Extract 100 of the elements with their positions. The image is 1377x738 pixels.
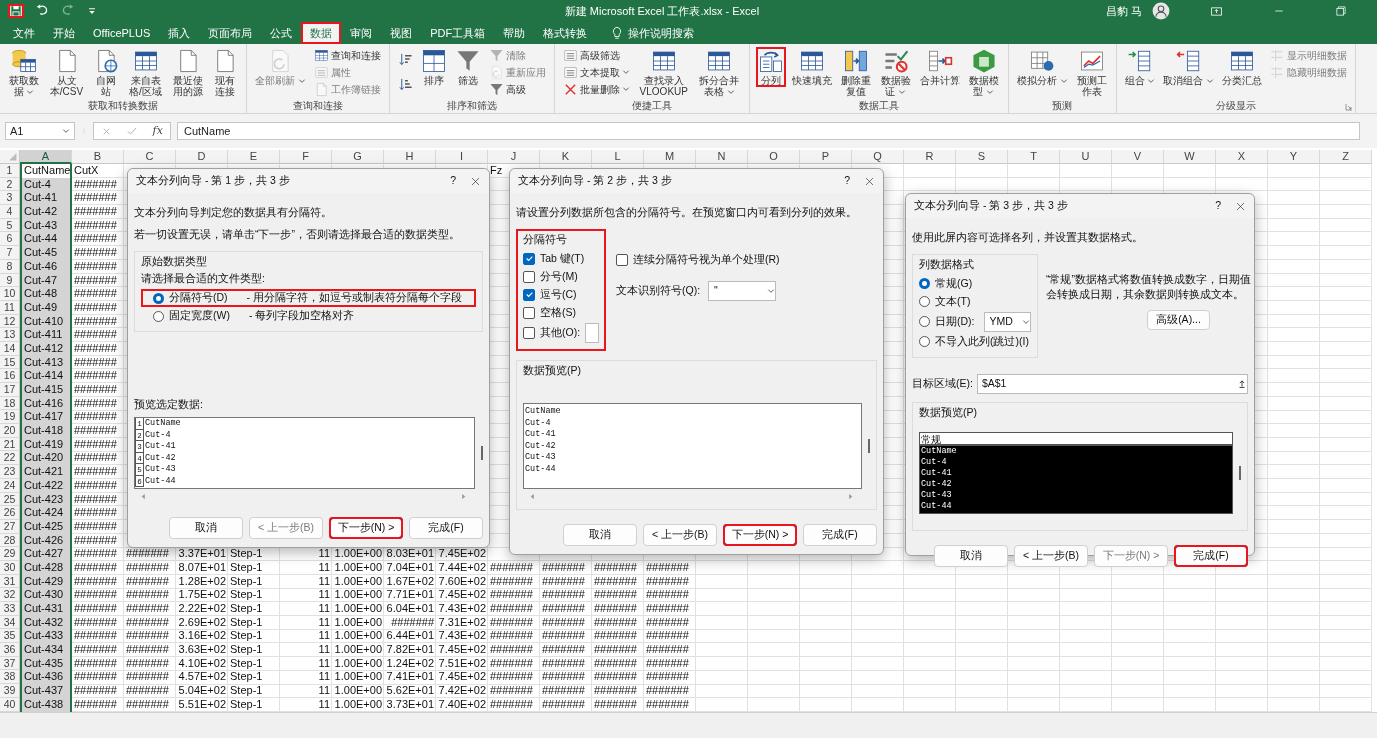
help-button[interactable]: ?: [844, 173, 850, 189]
column-header[interactable]: O: [748, 150, 800, 164]
checkbox[interactable]: [523, 252, 535, 265]
scroll-right-icon[interactable]: [847, 492, 854, 500]
dialog-button[interactable]: 下一步(N) >: [329, 517, 403, 539]
date-format-select[interactable]: YMD: [983, 311, 1031, 332]
ribbon-button[interactable]: 组合: [1122, 47, 1158, 87]
collapse-icon[interactable]: [1237, 378, 1247, 389]
ribbon-tab[interactable]: 文件: [4, 22, 44, 44]
row-header[interactable]: 19: [0, 410, 20, 425]
column-header[interactable]: I: [436, 150, 488, 164]
option-label[interactable]: 常规(G): [935, 275, 973, 292]
radio-button[interactable]: [919, 278, 930, 289]
scroll-right-icon[interactable]: [460, 492, 467, 500]
column-header[interactable]: E: [228, 150, 280, 164]
qualifier-select[interactable]: ": [708, 280, 777, 301]
column-header[interactable]: A: [20, 150, 72, 164]
advanced-button[interactable]: 高级(A)...: [1147, 309, 1210, 330]
column-header[interactable]: W: [1164, 150, 1216, 164]
option-label[interactable]: 文本(T): [935, 293, 971, 310]
checkbox[interactable]: [616, 253, 628, 266]
radio-button[interactable]: [153, 292, 164, 304]
ribbon-button[interactable]: 最近使用的源: [170, 47, 206, 98]
column-header[interactable]: Y: [1268, 150, 1320, 164]
ribbon-button[interactable]: 高级筛选: [560, 47, 632, 63]
ribbon-button[interactable]: 排序: [418, 47, 449, 87]
dialog-button[interactable]: 完成(F): [803, 524, 877, 546]
column-header[interactable]: U: [1060, 150, 1112, 164]
help-button[interactable]: ?: [1215, 198, 1221, 214]
ribbon-tab[interactable]: 插入: [159, 22, 200, 44]
ribbon-button[interactable]: 查询和连接: [311, 47, 383, 63]
column-header[interactable]: M: [644, 150, 696, 164]
ribbon-tab[interactable]: 数据: [301, 22, 342, 44]
ribbon-tab[interactable]: 视图: [381, 22, 422, 44]
ribbon-button[interactable]: 预测工作表: [1073, 47, 1110, 98]
dialog-button[interactable]: 取消: [169, 517, 243, 539]
option-label[interactable]: 空格(S): [540, 304, 576, 321]
dialog-launcher-icon[interactable]: [1345, 103, 1354, 111]
ribbon-tab[interactable]: 开始: [44, 22, 84, 44]
formula-field[interactable]: CutName: [177, 122, 1360, 140]
undo-icon[interactable]: [34, 4, 50, 18]
close-icon[interactable]: [1235, 200, 1246, 212]
column-header[interactable]: F: [280, 150, 332, 164]
ribbon-button[interactable]: 现有连接: [210, 47, 240, 98]
option-label[interactable]: 固定宽度(W): [169, 308, 230, 324]
row-header[interactable]: 17: [0, 383, 20, 397]
radio-button[interactable]: [153, 310, 164, 322]
row-header[interactable]: 10: [0, 287, 20, 301]
ribbon-button[interactable]: 分列: [755, 47, 786, 87]
ribbon-button[interactable]: 快速填充: [789, 47, 834, 87]
scrollbar-thumb[interactable]: [481, 446, 483, 460]
checkbox[interactable]: [523, 306, 535, 319]
dialog-button[interactable]: 完成(F): [409, 517, 483, 539]
ribbon-button[interactable]: 从文本/CSV: [46, 47, 87, 98]
help-button[interactable]: ?: [450, 173, 456, 189]
row-header[interactable]: 33: [0, 602, 20, 616]
checkbox[interactable]: [523, 288, 535, 301]
scrollbar-thumb[interactable]: [868, 439, 870, 453]
ribbon-button[interactable]: 合并计算: [917, 47, 962, 87]
close-icon[interactable]: [864, 175, 875, 187]
option-label[interactable]: 分号(M): [540, 268, 578, 285]
dialog-button[interactable]: 下一步(N) >: [723, 524, 797, 546]
option-label[interactable]: Tab 键(T): [540, 250, 585, 267]
row-header[interactable]: 26: [0, 506, 20, 520]
search-hint[interactable]: 操作说明搜索: [628, 22, 695, 44]
insert-function-button[interactable]: fx: [152, 122, 163, 140]
row-header[interactable]: 16: [0, 369, 20, 383]
dialog-button[interactable]: 完成(F): [1174, 545, 1248, 568]
ribbon-display-icon[interactable]: [1210, 4, 1223, 18]
checkbox[interactable]: [523, 326, 535, 339]
column-header[interactable]: T: [1008, 150, 1060, 164]
dialog-button[interactable]: 取消: [563, 524, 637, 546]
ribbon-button[interactable]: 取消组合: [1161, 47, 1217, 87]
row-header[interactable]: 1: [0, 164, 20, 178]
ribbon-tab[interactable]: 帮助: [494, 22, 535, 44]
row-header[interactable]: 13: [0, 328, 20, 342]
ribbon-tab[interactable]: PDF工具箱: [421, 22, 495, 44]
row-header[interactable]: 36: [0, 643, 20, 657]
ribbon-button[interactable]: 数据模型: [965, 47, 1002, 98]
row-header[interactable]: 38: [0, 670, 20, 685]
column-header[interactable]: N: [696, 150, 748, 164]
row-header[interactable]: 23: [0, 465, 20, 479]
row-header[interactable]: 7: [0, 246, 20, 260]
ribbon-button[interactable]: 模拟分析: [1014, 47, 1070, 87]
option-label[interactable]: 不导入此列(跳过)(I): [935, 333, 1029, 350]
input-field[interactable]: [585, 322, 599, 343]
radio-button[interactable]: [919, 336, 930, 347]
row-header[interactable]: 39: [0, 684, 20, 698]
column-header[interactable]: L: [592, 150, 644, 164]
column-header[interactable]: X: [1216, 150, 1268, 164]
option-label[interactable]: 日期(D):: [935, 313, 975, 330]
dialog-button[interactable]: < 上一步(B): [1014, 545, 1088, 568]
row-header[interactable]: 6: [0, 232, 20, 247]
ribbon-button[interactable]: 批量删除: [560, 81, 632, 97]
row-header[interactable]: 35: [0, 629, 20, 644]
ribbon-button[interactable]: 文本提取: [560, 64, 632, 80]
name-box[interactable]: A1: [5, 122, 75, 140]
dialog-button[interactable]: < 上一步(B): [643, 524, 717, 546]
scroll-left-icon[interactable]: [140, 492, 147, 500]
column-header[interactable]: D: [176, 150, 228, 164]
